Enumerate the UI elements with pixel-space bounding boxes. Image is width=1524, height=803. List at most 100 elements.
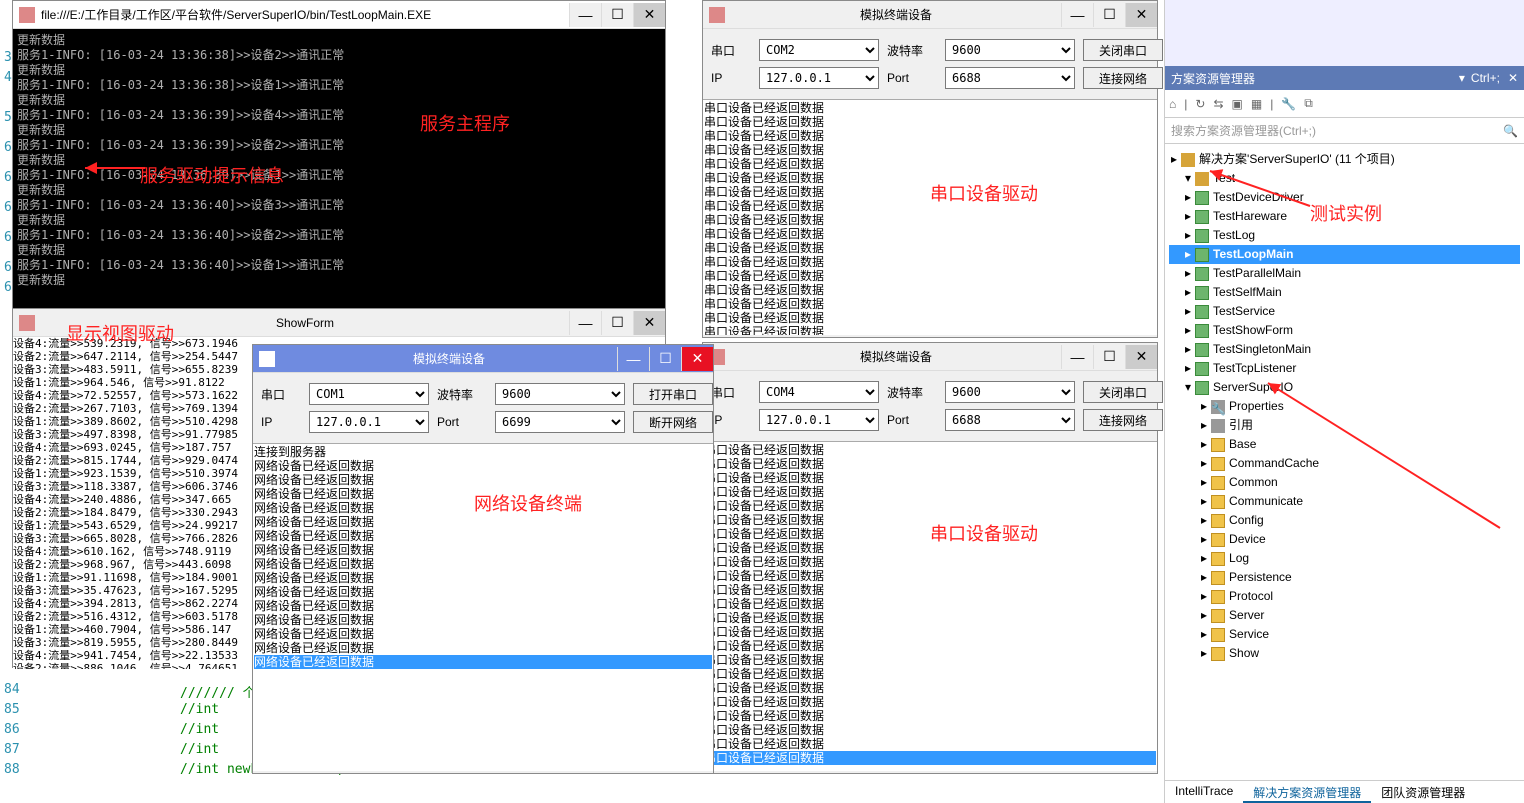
port-select[interactable]: 6688	[945, 409, 1075, 431]
sync-icon[interactable]: ⇆	[1213, 97, 1223, 111]
project-node[interactable]: ▸TestHareware	[1169, 207, 1520, 226]
solexp-tree[interactable]: ▸解决方案'ServerSuperIO' (11 个项目)▾Test▸TestD…	[1165, 144, 1524, 669]
terminal1-titlebar[interactable]: 模拟终端设备 — ☐ ✕	[703, 1, 1157, 29]
solexp-footer-tabs[interactable]: IntelliTrace 解决方案资源管理器 团队资源管理器	[1165, 780, 1524, 803]
terminal2-titlebar[interactable]: 模拟终端设备 — ☐ ✕	[253, 345, 713, 373]
references-node[interactable]: ▸引用	[1169, 416, 1520, 435]
minimize-button[interactable]: —	[569, 3, 601, 27]
baud-select[interactable]: 9600	[495, 383, 625, 405]
maximize-button[interactable]: ☐	[649, 347, 681, 371]
showform-title: ShowForm	[41, 316, 569, 330]
net-toggle-button[interactable]: 连接网络	[1083, 67, 1163, 89]
tab-team-explorer[interactable]: 团队资源管理器	[1371, 781, 1475, 803]
ip-select[interactable]: 127.0.0.1	[759, 409, 879, 431]
folder-node[interactable]: ▸Device	[1169, 530, 1520, 549]
folder-node[interactable]: ▸Protocol	[1169, 587, 1520, 606]
folder-node[interactable]: ▸CommandCache	[1169, 454, 1520, 473]
minimize-button[interactable]: —	[569, 311, 601, 335]
baud-label: 波特率	[437, 386, 487, 403]
com-select[interactable]: COM1	[309, 383, 429, 405]
search-icon: 🔍	[1503, 124, 1518, 138]
close-button[interactable]: ✕	[1125, 345, 1157, 369]
net-toggle-button[interactable]: 断开网络	[633, 411, 713, 433]
app-icon	[259, 351, 275, 367]
dropdown-icon[interactable]: ▾	[1459, 71, 1465, 85]
project-node[interactable]: ▸TestSelfMain	[1169, 283, 1520, 302]
solution-node[interactable]: ▸解决方案'ServerSuperIO' (11 个项目)	[1169, 150, 1520, 169]
baud-label: 波特率	[887, 384, 937, 401]
folder-node[interactable]: ▸Log	[1169, 549, 1520, 568]
folder-node[interactable]: ▸Persistence	[1169, 568, 1520, 587]
console-output[interactable]: 更新数据服务1-INFO: [16-03-24 13:36:38]>>设备2>>…	[13, 29, 665, 309]
terminal3-titlebar[interactable]: 模拟终端设备 — ☐ ✕	[703, 343, 1157, 371]
project-node[interactable]: ▸TestService	[1169, 302, 1520, 321]
solexp-header[interactable]: 方案资源管理器 ▾ Ctrl+; ✕	[1165, 66, 1524, 90]
close-button[interactable]: ✕	[633, 3, 665, 27]
solexp-toolbar: ⌂ | ↻ ⇆ ▣ ▦ | 🔧 ⧉	[1165, 90, 1524, 118]
port-select[interactable]: 6699	[495, 411, 625, 433]
folder-node[interactable]: ▸Communicate	[1169, 492, 1520, 511]
maximize-button[interactable]: ☐	[1093, 345, 1125, 369]
project-node[interactable]: ▾Test	[1169, 169, 1520, 188]
console-titlebar[interactable]: file:///E:/工作目录/工作区/平台软件/ServerSuperIO/b…	[13, 1, 665, 29]
terminal2-log[interactable]: 连接到服务器网络设备已经返回数据网络设备已经返回数据网络设备已经返回数据网络设备…	[253, 443, 713, 771]
project-node[interactable]: ▾ServerSuperIO	[1169, 378, 1520, 397]
terminal-window-3: 模拟终端设备 — ☐ ✕ 串口 COM4 波特率 9600 关闭串口 IP 12…	[702, 342, 1158, 774]
properties-node[interactable]: ▸🔧Properties	[1169, 397, 1520, 416]
code-comment: //int	[180, 702, 219, 717]
solexp-search[interactable]: 搜索方案资源管理器(Ctrl+;) 🔍	[1165, 118, 1524, 144]
tab-solution-explorer[interactable]: 解决方案资源管理器	[1243, 781, 1371, 803]
code-comment: //int	[180, 742, 219, 757]
baud-select[interactable]: 9600	[945, 39, 1075, 61]
home-icon[interactable]: ⌂	[1169, 97, 1176, 111]
serial-toggle-button[interactable]: 关闭串口	[1083, 381, 1163, 403]
ip-label: IP	[711, 413, 751, 427]
close-icon[interactable]: ✕	[1508, 71, 1518, 85]
refresh-icon[interactable]: ↻	[1195, 97, 1205, 111]
maximize-button[interactable]: ☐	[601, 3, 633, 27]
project-node[interactable]: ▸TestSingletonMain	[1169, 340, 1520, 359]
show-all-icon[interactable]: ▦	[1251, 97, 1262, 111]
solution-explorer: 方案资源管理器 ▾ Ctrl+; ✕ ⌂ | ↻ ⇆ ▣ ▦ | 🔧 ⧉ 搜索方…	[1164, 0, 1524, 803]
com-select[interactable]: COM4	[759, 381, 879, 403]
project-node[interactable]: ▸TestTcpListener	[1169, 359, 1520, 378]
com-select[interactable]: COM2	[759, 39, 879, 61]
project-node[interactable]: ▸TestDeviceDriver	[1169, 188, 1520, 207]
tab-intellitrace[interactable]: IntelliTrace	[1165, 781, 1243, 803]
terminal-window-2: 模拟终端设备 — ☐ ✕ 串口 COM1 波特率 9600 打开串口 IP 12…	[252, 344, 714, 774]
minimize-button[interactable]: —	[617, 347, 649, 371]
solexp-shortcut: Ctrl+;	[1471, 71, 1500, 85]
serial-toggle-button[interactable]: 关闭串口	[1083, 39, 1163, 61]
properties-icon[interactable]: 🔧	[1281, 97, 1296, 111]
minimize-button[interactable]: —	[1061, 345, 1093, 369]
serial-toggle-button[interactable]: 打开串口	[633, 383, 713, 405]
terminal3-log[interactable]: 串口设备已经返回数据串口设备已经返回数据串口设备已经返回数据串口设备已经返回数据…	[703, 441, 1157, 771]
project-node[interactable]: ▸TestLoopMain	[1169, 245, 1520, 264]
folder-node[interactable]: ▸Show	[1169, 644, 1520, 663]
ip-select[interactable]: 127.0.0.1	[309, 411, 429, 433]
folder-node[interactable]: ▸Common	[1169, 473, 1520, 492]
app-icon	[709, 7, 725, 23]
maximize-button[interactable]: ☐	[1093, 3, 1125, 27]
app-icon	[19, 315, 35, 331]
folder-node[interactable]: ▸Config	[1169, 511, 1520, 530]
terminal1-log[interactable]: 串口设备已经返回数据串口设备已经返回数据串口设备已经返回数据串口设备已经返回数据…	[703, 99, 1157, 335]
showform-titlebar[interactable]: ShowForm — ☐ ✕	[13, 309, 665, 337]
project-node[interactable]: ▸TestLog	[1169, 226, 1520, 245]
maximize-button[interactable]: ☐	[601, 311, 633, 335]
project-node[interactable]: ▸TestParallelMain	[1169, 264, 1520, 283]
close-button[interactable]: ✕	[633, 311, 665, 335]
baud-select[interactable]: 9600	[945, 381, 1075, 403]
minimize-button[interactable]: —	[1061, 3, 1093, 27]
folder-node[interactable]: ▸Base	[1169, 435, 1520, 454]
ip-select[interactable]: 127.0.0.1	[759, 67, 879, 89]
view-icon[interactable]: ⧉	[1304, 96, 1313, 111]
folder-node[interactable]: ▸Server	[1169, 606, 1520, 625]
project-node[interactable]: ▸TestShowForm	[1169, 321, 1520, 340]
close-button[interactable]: ✕	[681, 347, 713, 371]
collapse-icon[interactable]: ▣	[1232, 97, 1243, 111]
folder-node[interactable]: ▸Service	[1169, 625, 1520, 644]
close-button[interactable]: ✕	[1125, 3, 1157, 27]
net-toggle-button[interactable]: 连接网络	[1083, 409, 1163, 431]
port-select[interactable]: 6688	[945, 67, 1075, 89]
